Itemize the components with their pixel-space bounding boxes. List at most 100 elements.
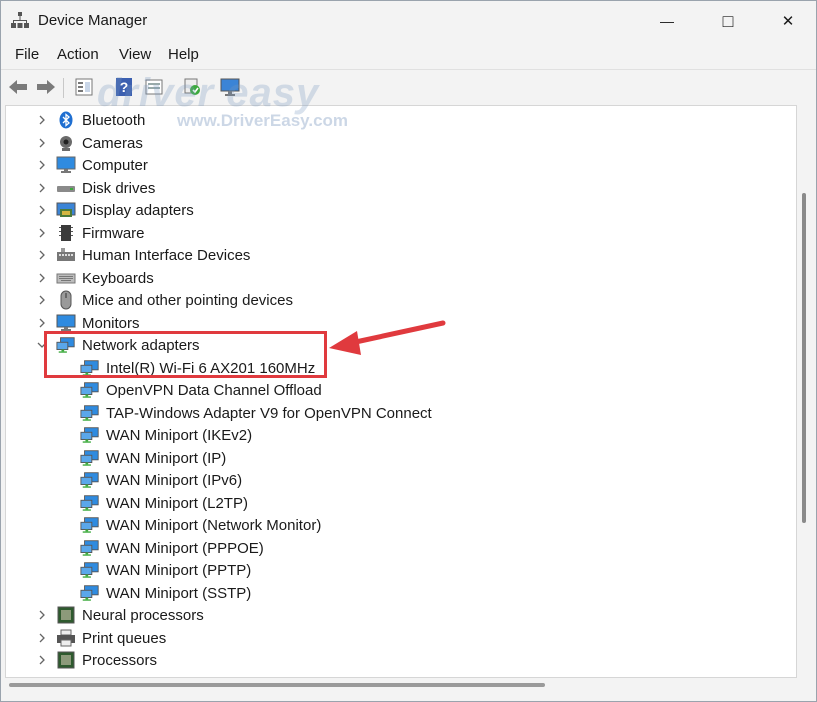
scan-hardware-icon: [184, 78, 200, 95]
tree-item-processors[interactable]: Processors: [6, 649, 786, 671]
menu-bar: File Action View Help: [1, 41, 816, 69]
chevron-right-icon[interactable]: [36, 114, 48, 126]
network-child-item[interactable]: WAN Miniport (Network Monitor): [80, 514, 321, 536]
display-adapter-icon: [56, 201, 76, 219]
chevron-right-icon[interactable]: [36, 182, 48, 194]
tree-item-label: Human Interface Devices: [82, 246, 251, 264]
chevron-right-icon[interactable]: [36, 249, 48, 261]
close-icon: ✕: [781, 13, 795, 30]
chevron-right-icon[interactable]: [36, 137, 48, 149]
tree-item-disk-drives[interactable]: Disk drives: [6, 177, 786, 199]
tree-item-firmware[interactable]: Firmware: [6, 222, 786, 244]
chevron-right-icon[interactable]: [36, 159, 48, 171]
tree-item-label: WAN Miniport (PPPOE): [106, 539, 264, 557]
tree-item-label: Mice and other pointing devices: [82, 291, 293, 309]
monitor-icon: [220, 78, 240, 96]
network-child-item[interactable]: WAN Miniport (PPTP): [80, 559, 251, 581]
tree-item-computer[interactable]: Computer: [6, 154, 786, 176]
tree-item-print-queues[interactable]: Print queues: [6, 627, 786, 649]
device-tree[interactable]: Bluetooth Cameras Computer Disk drives D…: [5, 105, 797, 678]
network-adapter-icon: [80, 561, 100, 579]
tree-item-label: WAN Miniport (IKEv2): [106, 426, 253, 444]
horizontal-scroll-thumb[interactable]: [9, 683, 545, 687]
network-child-item[interactable]: WAN Miniport (SSTP): [80, 582, 251, 604]
vertical-scrollbar[interactable]: [797, 105, 811, 676]
tree-item-label: Computer: [82, 156, 148, 174]
back-arrow-icon: [9, 80, 27, 94]
menu-action[interactable]: Action: [57, 46, 99, 63]
tree-item-label: WAN Miniport (PPTP): [106, 561, 252, 579]
vertical-scroll-thumb[interactable]: [802, 193, 806, 523]
svg-text:?: ?: [120, 79, 129, 95]
tree-item-label: OpenVPN Data Channel Offload: [106, 381, 322, 399]
minimize-icon: —: [660, 13, 674, 29]
tree-item-label: TAP-Windows Adapter V9 for OpenVPN Conne…: [106, 404, 432, 422]
tree-item-bluetooth[interactable]: Bluetooth: [6, 109, 786, 131]
toolbar: ?: [1, 69, 816, 106]
network-child-item[interactable]: WAN Miniport (IKEv2): [80, 424, 252, 446]
tree-item-cameras[interactable]: Cameras: [6, 132, 786, 154]
network-adapter-icon: [80, 494, 100, 512]
tree-item-label: WAN Miniport (IP): [106, 449, 227, 467]
device-manager-window: Device Manager — □ ✕ File Action View He…: [0, 0, 817, 702]
tree-item-label: WAN Miniport (IPv6): [106, 471, 243, 489]
back-button[interactable]: [7, 76, 29, 98]
horizontal-scrollbar[interactable]: [5, 678, 795, 692]
network-child-item[interactable]: WAN Miniport (PPPOE): [80, 537, 264, 559]
tree-item-label: Bluetooth: [82, 111, 146, 129]
chip-icon: [56, 651, 76, 669]
tree-item-display-adapters[interactable]: Display adapters: [6, 199, 786, 221]
printer-icon: [56, 629, 76, 647]
help-button[interactable]: ?: [113, 76, 135, 98]
tree-item-label: Neural processors: [82, 606, 204, 624]
properties-icon: [75, 78, 93, 96]
network-child-item[interactable]: WAN Miniport (IP): [80, 447, 226, 469]
update-driver-button[interactable]: [143, 76, 165, 98]
network-adapter-icon: [80, 471, 100, 489]
network-child-item[interactable]: WAN Miniport (L2TP): [80, 492, 248, 514]
firmware-icon: [56, 224, 76, 242]
chevron-right-icon[interactable]: [36, 317, 48, 329]
scan-hardware-button[interactable]: [181, 76, 203, 98]
chevron-right-icon[interactable]: [36, 272, 48, 284]
tree-item-mice[interactable]: Mice and other pointing devices: [6, 289, 786, 311]
properties-button[interactable]: [73, 76, 95, 98]
keyboard-icon: [56, 269, 76, 287]
camera-icon: [56, 134, 76, 152]
computer-icon: [56, 156, 76, 174]
menu-help[interactable]: Help: [168, 46, 199, 63]
title-bar: Device Manager — □ ✕: [1, 1, 816, 41]
tree-item-label: Print queues: [82, 629, 167, 647]
close-button[interactable]: ✕: [758, 1, 816, 41]
monitor-toolbar-button[interactable]: [219, 76, 241, 98]
chevron-right-icon[interactable]: [36, 654, 48, 666]
tree-item-label: WAN Miniport (Network Monitor): [106, 516, 322, 534]
minimize-button[interactable]: —: [637, 1, 697, 41]
highlight-box: [44, 331, 327, 378]
network-adapter-icon: [80, 404, 100, 422]
menu-view[interactable]: View: [119, 46, 151, 63]
chevron-right-icon[interactable]: [36, 204, 48, 216]
network-adapter-icon: [80, 584, 100, 602]
toolbar-separator: [63, 78, 64, 98]
maximize-button[interactable]: □: [698, 1, 758, 41]
tree-item-keyboards[interactable]: Keyboards: [6, 267, 786, 289]
forward-arrow-icon: [37, 80, 55, 94]
chevron-right-icon[interactable]: [36, 632, 48, 644]
network-child-item[interactable]: TAP-Windows Adapter V9 for OpenVPN Conne…: [80, 402, 432, 424]
mouse-icon: [56, 290, 76, 310]
tree-item-neural-processors[interactable]: Neural processors: [6, 604, 786, 626]
chevron-right-icon[interactable]: [36, 227, 48, 239]
tree-item-label: Processors: [82, 651, 158, 669]
network-child-item[interactable]: WAN Miniport (IPv6): [80, 469, 242, 491]
monitor-icon: [56, 314, 76, 332]
network-adapter-icon: [80, 426, 100, 444]
network-child-item[interactable]: OpenVPN Data Channel Offload: [80, 379, 322, 401]
disk-drive-icon: [56, 179, 76, 197]
chevron-right-icon[interactable]: [36, 294, 48, 306]
forward-button[interactable]: [35, 76, 57, 98]
menu-file[interactable]: File: [15, 46, 39, 63]
tree-item-human-interface-devices[interactable]: Human Interface Devices: [6, 244, 786, 266]
chevron-right-icon[interactable]: [36, 609, 48, 621]
window-title: Device Manager: [38, 12, 148, 29]
